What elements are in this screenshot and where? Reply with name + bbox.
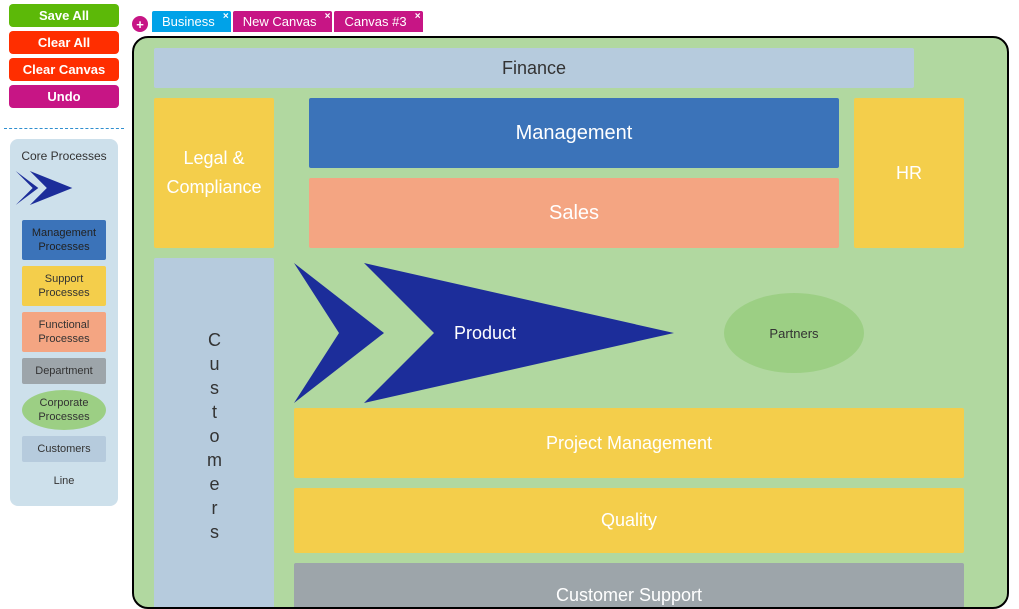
shape-customers-label: Customers [204, 330, 225, 546]
palette-arrow-icon[interactable] [14, 171, 74, 205]
shape-project-management[interactable]: Project Management [294, 408, 964, 478]
palette-functional[interactable]: Functional Processes [22, 312, 106, 352]
shape-customer-support[interactable]: Customer Support [294, 563, 964, 609]
clear-all-button[interactable]: Clear All [9, 31, 119, 54]
close-icon[interactable]: × [415, 11, 421, 22]
sidebar: Save All Clear All Clear Canvas Undo Cor… [0, 0, 128, 609]
shape-finance[interactable]: Finance [154, 48, 914, 88]
tab-label: Canvas #3 [344, 14, 406, 29]
palette-department[interactable]: Department [22, 358, 106, 384]
clear-canvas-button[interactable]: Clear Canvas [9, 58, 119, 81]
save-all-button[interactable]: Save All [9, 4, 119, 27]
tab-label: New Canvas [243, 14, 317, 29]
shape-palette: Core Processes Management Processes Supp… [10, 139, 118, 506]
shape-partners[interactable]: Partners [724, 293, 864, 373]
tab-canvas-3[interactable]: Canvas #3 × [334, 11, 422, 32]
divider [4, 128, 124, 129]
add-tab-button[interactable]: + [132, 16, 148, 32]
shape-legal-compliance[interactable]: Legal & Compliance [154, 98, 274, 248]
canvas[interactable]: Finance Legal & Compliance Management Sa… [132, 36, 1009, 609]
palette-core-label: Core Processes [14, 145, 114, 167]
palette-management[interactable]: Management Processes [22, 220, 106, 260]
shape-customers[interactable]: Customers [154, 258, 274, 609]
shape-sales[interactable]: Sales [309, 178, 839, 248]
undo-button[interactable]: Undo [9, 85, 119, 108]
close-icon[interactable]: × [325, 11, 331, 22]
shape-management[interactable]: Management [309, 98, 839, 168]
shape-hr[interactable]: HR [854, 98, 964, 248]
tab-business[interactable]: Business × [152, 11, 231, 32]
close-icon[interactable]: × [223, 11, 229, 22]
tab-bar: + Business × New Canvas × Canvas #3 × [128, 8, 1019, 32]
palette-line[interactable]: Line [22, 468, 106, 494]
shape-quality[interactable]: Quality [294, 488, 964, 553]
tab-label: Business [162, 14, 215, 29]
tab-new-canvas[interactable]: New Canvas × [233, 11, 333, 32]
palette-corporate[interactable]: Corporate Processes [22, 390, 106, 430]
palette-support[interactable]: Support Processes [22, 266, 106, 306]
main-area: + Business × New Canvas × Canvas #3 × Fi… [128, 0, 1019, 609]
palette-customers[interactable]: Customers [22, 436, 106, 462]
shape-product-arrow[interactable] [294, 263, 674, 403]
